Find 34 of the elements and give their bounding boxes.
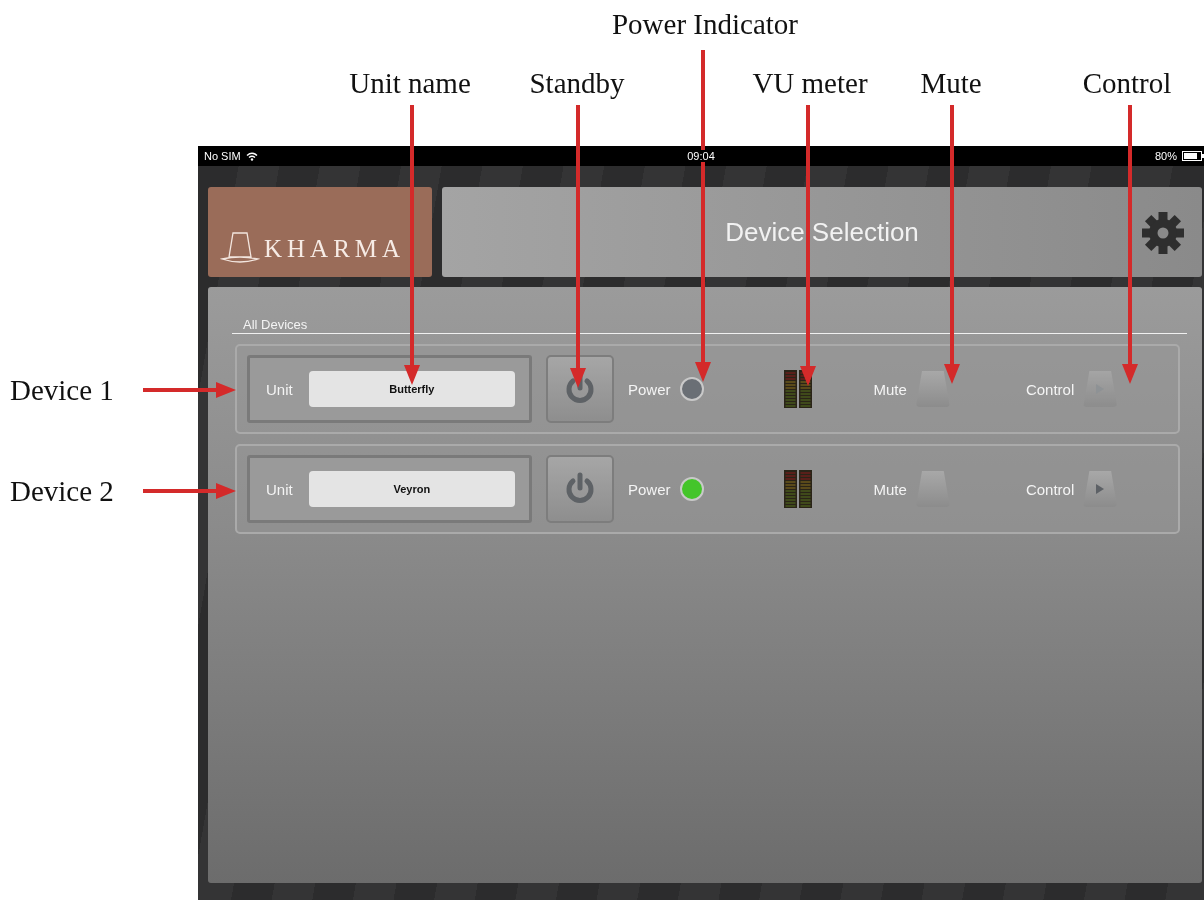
standby-button[interactable] [546,355,614,423]
lamp-logo-icon [220,231,260,265]
callout-label: Power Indicator [612,7,798,41]
vu-meter-drawing [783,470,812,508]
power-label: Power [628,480,671,498]
battery-icon [1182,151,1204,161]
mute-label: Mute [873,380,907,398]
control-label: Control [1025,480,1075,498]
battery-percentage: 80% [1154,150,1177,162]
callout-label: VU meter [752,66,868,100]
callout-label: Standby [529,66,625,100]
mute-button[interactable] [915,371,950,407]
control-label: Control [1025,380,1075,398]
callout-label: Control [1082,66,1172,100]
power-label: Power [628,380,671,398]
vu-meter-drawing [783,370,812,408]
device-callout-label: Device 1 [10,373,114,407]
standby-button[interactable] [546,455,614,523]
unit-label: Unit [266,380,293,398]
carrier-label: No SIM [204,150,241,162]
unit-name-field[interactable]: Veyron [308,471,515,507]
page-title: Device Selection [725,216,919,248]
section-title: All Devices [242,317,309,332]
device-callout-label: Device 2 [10,474,114,508]
clock-time: 09:04 [684,150,718,162]
settings-icon[interactable] [1142,212,1184,254]
callout-label: Mute [920,66,982,100]
logo-wordmark: KHARMA [264,235,406,264]
mute-label: Mute [873,480,907,498]
wifi-icon [245,151,258,161]
play-icon [1095,483,1106,495]
callout-label: Unit name [349,66,471,100]
unit-label: Unit [266,480,293,498]
unit-name-field[interactable]: Butterfly [308,371,515,407]
